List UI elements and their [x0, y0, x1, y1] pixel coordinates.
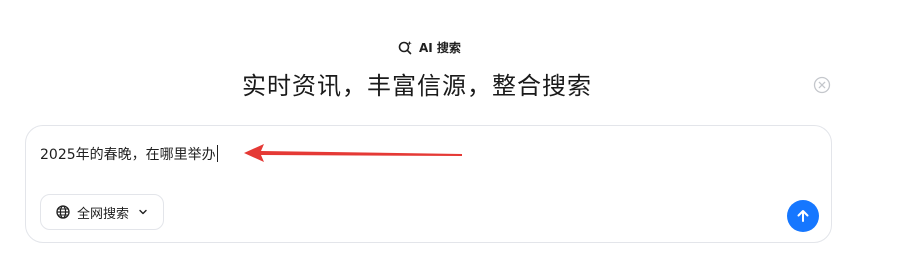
page-title: 实时资讯，丰富信源，整合搜索 — [242, 72, 592, 100]
ai-search-icon — [397, 39, 413, 55]
close-circle-icon — [813, 76, 831, 94]
chevron-down-icon — [137, 206, 149, 218]
annotation-arrow — [244, 144, 462, 162]
ai-search-badge: AI 搜索 — [397, 37, 461, 57]
search-scope-dropdown[interactable]: 全网搜索 — [40, 194, 164, 230]
close-circle-button[interactable] — [813, 76, 831, 94]
arrow-up-icon — [795, 208, 811, 224]
send-button[interactable] — [787, 200, 819, 232]
ai-search-page: AI 搜索 实时资讯，丰富信源，整合搜索 2025年的春晚，在哪里举办 全网搜索 — [0, 0, 899, 274]
search-scope-label: 全网搜索 — [77, 206, 130, 222]
globe-icon — [55, 204, 71, 220]
ai-search-label: AI 搜索 — [419, 40, 461, 55]
search-query-text: 2025年的春晚，在哪里举办 — [40, 147, 216, 163]
text-caret — [216, 145, 218, 162]
